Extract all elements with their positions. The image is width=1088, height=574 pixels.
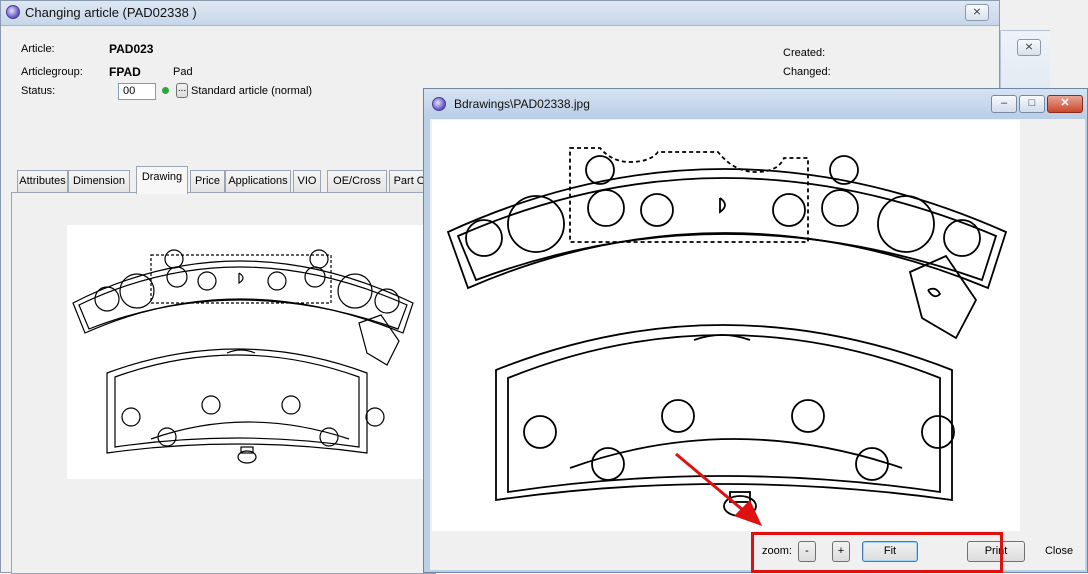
minimize-button[interactable]: – <box>991 95 1017 113</box>
highlight-box <box>751 532 1003 573</box>
app-icon <box>6 5 20 19</box>
articlegroup-value: FPAD <box>109 65 141 79</box>
article-label: Article: <box>21 43 55 55</box>
tab-drawing[interactable]: Drawing <box>136 166 188 194</box>
background-window-close-button[interactable]: ⨯ <box>1017 39 1041 56</box>
status-input[interactable]: 00 <box>118 83 156 100</box>
articlegroup-description: Pad <box>173 66 193 78</box>
tab-dimension[interactable]: Dimension <box>68 170 130 192</box>
red-arrow-icon <box>675 452 762 526</box>
image-viewer-window: Bdrawings\PAD02338.jpg – □ ✕ zoom: - + F… <box>423 88 1088 573</box>
image-window-body: zoom: - + Fit Print Close <box>430 119 1085 570</box>
tab-oe-cross[interactable]: OE/Cross <box>327 170 387 192</box>
changed-label: Changed: <box>783 66 831 78</box>
tab-attributes[interactable]: Attributes <box>17 170 68 192</box>
main-close-button[interactable]: ⨯ <box>965 4 989 21</box>
brake-pad-drawing-small <box>72 249 414 464</box>
main-window-titlebar[interactable]: Changing article (PAD02338 ) ⨯ <box>1 1 999 26</box>
maximize-button[interactable]: □ <box>1019 95 1045 113</box>
main-window-title: Changing article (PAD02338 ) <box>25 5 197 20</box>
status-label: Status: <box>21 85 56 97</box>
articlegroup-label: Articlegroup: <box>21 66 83 78</box>
image-window-title: Bdrawings\PAD02338.jpg <box>454 97 590 111</box>
created-label: Created: <box>783 47 826 59</box>
status-description: Standard article (normal) <box>191 85 313 97</box>
status-ok-icon <box>162 87 169 94</box>
app-icon <box>432 97 446 111</box>
status-browse-button[interactable]: ... <box>176 83 188 98</box>
brake-pad-drawing-large <box>446 147 1008 526</box>
tab-price[interactable]: Price <box>190 170 225 192</box>
drawing-thumbnail[interactable] <box>67 225 423 479</box>
close-button[interactable]: Close <box>1033 541 1085 562</box>
drawing-image[interactable] <box>432 120 1020 531</box>
tab-applications[interactable]: Applications <box>225 170 291 192</box>
image-window-close-icon[interactable]: ✕ <box>1047 95 1083 113</box>
article-value: PAD023 <box>109 42 154 56</box>
tab-vio[interactable]: VIO <box>293 170 321 192</box>
image-window-titlebar[interactable]: Bdrawings\PAD02338.jpg – □ ✕ <box>424 89 1087 119</box>
